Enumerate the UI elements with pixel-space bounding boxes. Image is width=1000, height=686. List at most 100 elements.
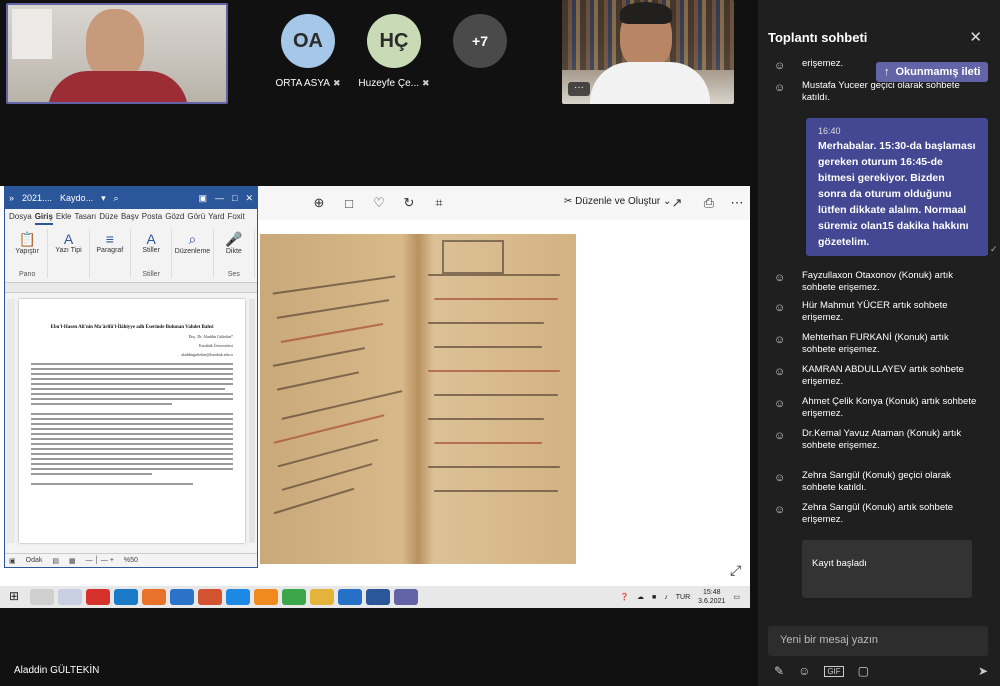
edge-icon[interactable] [114,589,138,605]
participant-avatar-hc[interactable]: HÇ Huzeyfe Çe... ✖ [354,14,434,89]
ribbon-group-styles[interactable]: A Stiller Stiller [131,229,173,278]
system-message-text: erişemez. [802,58,844,69]
manuscript-text-line [281,463,373,491]
clock[interactable]: 15:48 3.6.2021 [698,588,725,606]
word-icon[interactable] [366,589,390,605]
ribbon-group-label: Stiller [142,271,160,278]
share-icon[interactable]: ↗ [662,195,692,211]
app-icon[interactable] [338,589,362,605]
ribbon-tab[interactable]: Ekle [56,212,72,225]
help-icon[interactable]: ❓ [620,593,629,601]
ribbon-tab[interactable]: Başv [121,212,139,225]
app-icon[interactable] [226,589,250,605]
ribbon-group-font[interactable]: A Yazı Tipi [48,229,90,278]
scrollbar[interactable] [249,299,255,543]
edit-create-button[interactable]: ✂ Düzenle ve Oluştur ⌄ [564,196,671,207]
document-text-line [31,453,233,455]
ribbon-display-icon[interactable]: ▣ [199,193,208,204]
emoji-icon[interactable]: ☺ [798,664,810,678]
outlook-icon[interactable] [170,589,194,605]
chat-message[interactable]: 16:40 Merhabalar. 15:30-da başlaması ger… [806,118,988,256]
more-participants-button[interactable]: +7 [440,14,520,68]
document-title: Ebu'l-Hasen Ali'nin Ma'ârifü'l-İlâhiyye … [50,325,214,330]
favorite-icon[interactable]: ♡ [364,195,394,211]
search-icon[interactable]: ⌕ [114,193,119,204]
recording-card[interactable]: Kayıt başladı [802,540,972,598]
firefox-icon[interactable] [142,589,166,605]
close-icon[interactable]: ✕ [969,28,982,46]
ribbon-group-editing[interactable]: ⌕ Düzenleme [172,229,214,278]
send-icon[interactable]: ➤ [978,664,988,678]
start-icon[interactable]: ⊞ [2,589,26,605]
avatar-initials: OA [293,29,323,52]
meeting-stage: OA ORTA ASYA ✖ HÇ Huzeyfe Çe... ✖ +7 ··· ⊕… [0,0,758,686]
chat-system-message: ☺ Mustafa Yuceer geçici olarak sohbete k… [774,80,984,104]
network-icon[interactable]: ■ [652,594,656,601]
find-icon: ⌕ [188,231,197,247]
ribbon-tab[interactable]: Düze [99,212,118,225]
notifications-icon[interactable]: ▭ [733,593,740,601]
read-mode-icon[interactable]: ▤ [52,557,59,565]
ribbon-label: Dikte [225,248,242,255]
close-icon[interactable]: ✕ [245,193,253,204]
delete-icon[interactable]: □ [334,196,364,211]
word-title-bar: » 2021.... Kaydo... ▾ ⌕ ▣ — □ ✕ [5,187,257,209]
crop-icon[interactable]: ⌗ [424,195,454,211]
ribbon-tab[interactable]: Tasarı [74,212,96,225]
language-indicator[interactable]: TUR [676,594,690,601]
focus-label[interactable]: Odak [26,557,43,564]
menu-icon[interactable]: » [9,193,14,203]
zoom-level[interactable]: %50 [124,557,138,564]
zoom-slider[interactable]: — │ — + [86,557,114,564]
format-icon[interactable]: ✎ [774,664,784,678]
document-page[interactable]: Ebu'l-Hasen Ali'nin Ma'ârifü'l-İlâhiyye … [19,299,245,543]
volume-icon[interactable]: ♪ [664,594,668,601]
video-tile-participant[interactable] [6,3,228,104]
maximize-icon[interactable]: □ [232,193,237,203]
focus-icon[interactable]: ▣ [9,557,16,565]
document-text-line [31,463,233,465]
ribbon-tab[interactable]: Görü [187,212,205,225]
message-compose-input[interactable]: Yeni bir mesaj yazın [768,626,988,656]
ribbon-group-clipboard[interactable]: 📋 Yapıştır Pano [7,229,49,278]
unread-messages-label: Okunmamış ileti [895,66,981,78]
manuscript-text-line [434,346,542,348]
vlc-icon[interactable] [254,589,278,605]
powerpoint-icon[interactable] [198,589,222,605]
expand-icon[interactable]: ⤢ [730,562,741,579]
rotate-icon[interactable]: ↻ [394,195,424,211]
task-view-icon[interactable] [30,589,54,605]
ribbon-group-voice[interactable]: 🎤 Dikte Ses [214,229,255,278]
print-layout-icon[interactable]: ▦ [69,557,76,565]
ribbon-tab[interactable]: Dosya [9,212,32,225]
word-doc-title: 2021.... [22,193,53,203]
ribbon-tab[interactable]: Giriş [34,212,53,225]
gif-icon[interactable]: GIF [824,665,844,677]
chrome-icon[interactable] [282,589,306,605]
ribbon-tab[interactable]: Foxit [227,212,244,225]
minimize-icon[interactable]: — [215,193,224,203]
more-options-button[interactable]: ··· [568,82,590,96]
cloud-icon[interactable]: ☁ [637,593,644,601]
app-icon[interactable] [58,589,82,605]
video-tile-speaker[interactable]: ··· [562,0,734,104]
participant-avatar-oa[interactable]: OA ORTA ASYA ✖ [268,14,348,89]
ribbon-tab[interactable]: Gözd [165,212,184,225]
zoom-icon[interactable]: ⊕ [304,195,334,211]
ribbon-tab[interactable]: Posta [142,212,162,225]
system-message-text: Hür Mahmut YÜCER artık sohbete erişemez. [802,300,948,323]
sticker-icon[interactable]: ▢ [858,664,869,678]
file-explorer-icon[interactable] [310,589,334,605]
person-remove-icon: ☺ [774,430,786,442]
print-icon[interactable]: ⎙ [694,195,724,211]
ribbon-group-paragraph[interactable]: ≡ Paragraf [90,229,131,278]
word-ribbon: 📋 Yapıştır Pano A Yazı Tipi ≡ Paragraf A Stil… [5,225,257,283]
system-message-text: Fayzullaxon Otaxonov (Konuk) artık sohbe… [802,270,954,293]
dropdown-icon[interactable]: ▾ [101,193,106,204]
pdf-reader-icon[interactable] [86,589,110,605]
unread-messages-button[interactable]: ↑ Okunmamış ileti [876,62,989,82]
teams-icon[interactable] [394,589,418,605]
ribbon-tab[interactable]: Yard [208,212,224,225]
photo-view [256,220,750,582]
more-icon[interactable]: ⋯ [722,195,752,211]
